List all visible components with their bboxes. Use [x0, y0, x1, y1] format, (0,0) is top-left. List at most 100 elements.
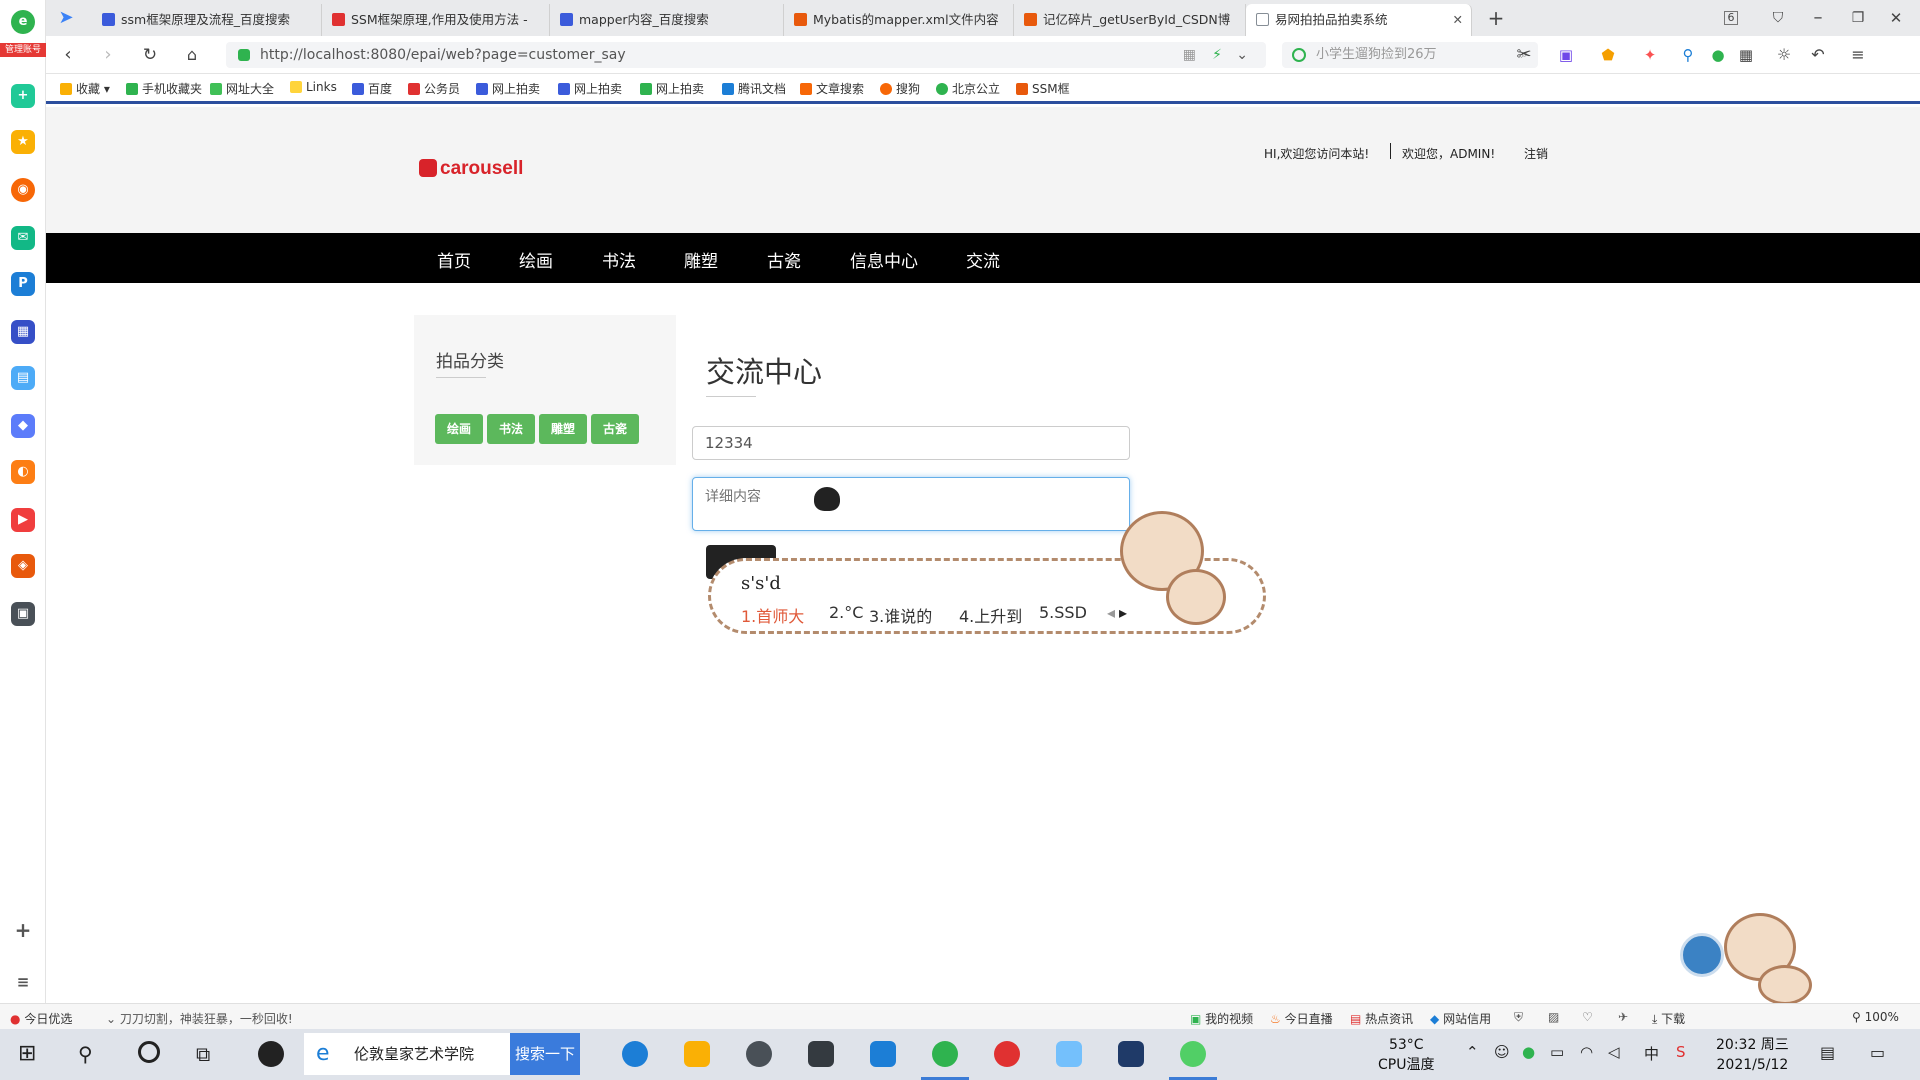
ime-candidate[interactable]: 1.首师大: [741, 603, 804, 627]
back-icon[interactable]: ‹: [56, 43, 80, 67]
account-badge[interactable]: 管理账号: [0, 43, 46, 57]
browser-search-box[interactable]: 小学生遛狗捡到26万 ⌕: [1282, 42, 1538, 68]
tab-mybatis-mapper[interactable]: Mybatis的mapper.xml文件内容: [784, 4, 1014, 36]
mail-icon[interactable]: ✉: [11, 226, 35, 250]
add-icon[interactable]: +: [11, 918, 35, 942]
compass-icon[interactable]: ➤: [54, 6, 78, 30]
ime-next-icon[interactable]: ▸: [1119, 603, 1127, 622]
live-today[interactable]: ♨ 今日直播: [1270, 1010, 1333, 1027]
browser-app-icon[interactable]: [932, 1041, 958, 1067]
magnifier-icon[interactable]: ⚲: [1676, 43, 1700, 67]
globe-app-icon[interactable]: [746, 1041, 772, 1067]
image-status-icon[interactable]: ▨: [1548, 1010, 1559, 1024]
bookmark-favorites[interactable]: 收藏 ▾: [60, 80, 110, 97]
sogou-tray-icon[interactable]: S: [1676, 1043, 1686, 1061]
menu-info-center[interactable]: 信息中心: [850, 247, 918, 272]
title-input[interactable]: [692, 426, 1130, 460]
system-clock[interactable]: 20:32 周三 2021/5/12: [1716, 1035, 1789, 1075]
favorites-icon[interactable]: ★: [11, 130, 35, 154]
battery-icon[interactable]: ▭: [1550, 1043, 1564, 1061]
download-button[interactable]: ⤓ 下载: [1652, 1010, 1685, 1027]
my-video[interactable]: ▣ 我的视频: [1190, 1010, 1253, 1027]
ime-candidate[interactable]: 5.SSD: [1039, 603, 1087, 622]
forward-icon[interactable]: ›: [96, 43, 120, 67]
action-center-icon[interactable]: ▭: [1870, 1043, 1885, 1062]
bookmark-item[interactable]: 腾讯文档: [722, 80, 786, 97]
shop-app-icon[interactable]: ◐: [11, 460, 35, 484]
shield-status-icon[interactable]: ⛨: [1514, 1010, 1523, 1025]
menu-icon[interactable]: ≡: [1846, 43, 1870, 67]
site-credit[interactable]: ◆ 网站信用: [1430, 1010, 1491, 1027]
menu-communication[interactable]: 交流: [966, 247, 1000, 272]
floating-assistant-icon[interactable]: [1680, 933, 1724, 977]
windows-start-icon[interactable]: ⊞: [18, 1041, 44, 1067]
tab-auction-system[interactable]: 易网拍拍品拍卖系统 ✕: [1246, 4, 1472, 36]
minimize-icon[interactable]: –: [1806, 6, 1830, 30]
bookmark-item[interactable]: 北京公立: [936, 80, 1000, 97]
new-tab-icon[interactable]: +: [1484, 6, 1508, 30]
pinwheel-app-icon[interactable]: [258, 1041, 284, 1067]
wechat-app-icon[interactable]: [1180, 1041, 1206, 1067]
ime-candidate[interactable]: 2.°C: [829, 603, 863, 622]
content-textarea[interactable]: [692, 477, 1130, 531]
mail-app-icon[interactable]: [870, 1041, 896, 1067]
wifi-icon[interactable]: ◠: [1580, 1043, 1593, 1061]
bookmark-item[interactable]: 网址大全: [210, 80, 274, 97]
ime-candidate[interactable]: 3.谁说的: [869, 603, 932, 627]
menu-calligraphy[interactable]: 书法: [602, 247, 636, 272]
bookmark-item[interactable]: 网上拍卖: [640, 80, 704, 97]
brightness-icon[interactable]: ☼: [1772, 43, 1796, 67]
tab-csdn-getuser[interactable]: 记亿碎片_getUserById_CSDN博: [1014, 4, 1246, 36]
close-tab-icon[interactable]: ✕: [1453, 4, 1463, 36]
menu-porcelain[interactable]: 古瓷: [767, 247, 801, 272]
chevron-up-icon[interactable]: ⌃: [1466, 1043, 1479, 1061]
tab-ssm-principle[interactable]: SSM框架原理,作用及使用方法 -: [322, 4, 550, 36]
zoom-level[interactable]: ⚲ 100%: [1852, 1010, 1899, 1024]
category-porcelain-button[interactable]: 古瓷: [591, 414, 639, 444]
ime-prev-icon[interactable]: ◂: [1107, 603, 1115, 622]
tray-app-icon[interactable]: ●: [1522, 1043, 1535, 1061]
bookmark-item[interactable]: 公务员: [408, 80, 460, 97]
taskbar-search-input[interactable]: e 伦敦皇家艺术学院: [304, 1033, 510, 1075]
bookmark-item[interactable]: 手机收藏夹: [126, 80, 202, 97]
notification-icon[interactable]: ▤: [1820, 1043, 1835, 1062]
lightning-icon[interactable]: ⚡: [1212, 42, 1222, 68]
today-picks[interactable]: ● 今日优选: [10, 1010, 72, 1027]
tab-ssm-search[interactable]: ssm框架原理及流程_百度搜索: [92, 4, 322, 36]
taskbar-search-button[interactable]: 搜索一下: [510, 1033, 580, 1075]
url-field[interactable]: http://localhost:8080/epai/web?page=cust…: [226, 42, 1266, 68]
file-explorer-icon[interactable]: [684, 1041, 710, 1067]
shield-icon[interactable]: ⬟: [1596, 43, 1620, 67]
category-sculpture-button[interactable]: 雕塑: [539, 414, 587, 444]
game-icon[interactable]: ✦: [1638, 43, 1662, 67]
hot-news[interactable]: ▤ 热点资讯: [1350, 1010, 1413, 1027]
scissors-icon[interactable]: ✂: [1512, 43, 1536, 67]
rocket-icon[interactable]: ✈: [1618, 1010, 1628, 1024]
qq-icon[interactable]: ☺: [1494, 1043, 1510, 1061]
category-calligraphy-button[interactable]: 书法: [487, 414, 535, 444]
close-window-icon[interactable]: ✕: [1884, 6, 1908, 30]
p-app-icon[interactable]: P: [11, 272, 35, 296]
game3-app-icon[interactable]: ▣: [11, 602, 35, 626]
translate-icon[interactable]: ▣: [1554, 43, 1578, 67]
reload-icon[interactable]: ↻: [138, 43, 162, 67]
restore-icon[interactable]: ❐: [1846, 6, 1870, 30]
ime-indicator[interactable]: 中: [1644, 1043, 1659, 1064]
chrome-icon[interactable]: [994, 1041, 1020, 1067]
bookmark-item[interactable]: SSM框: [1016, 80, 1070, 97]
bookmark-item[interactable]: 网上拍卖: [558, 80, 622, 97]
bookmark-item[interactable]: 搜狗: [880, 80, 920, 97]
volume-icon[interactable]: ◁: [1608, 1043, 1620, 1061]
green-circle-icon[interactable]: ●: [1706, 43, 1730, 67]
bookmark-item[interactable]: 百度: [352, 80, 392, 97]
menu-sculpture[interactable]: 雕塑: [684, 247, 718, 272]
app-icon[interactable]: [1056, 1041, 1082, 1067]
eclipse-icon[interactable]: [1118, 1041, 1144, 1067]
shirt-icon[interactable]: ⛉: [1766, 6, 1790, 30]
category-painting-button[interactable]: 绘画: [435, 414, 483, 444]
game-app-icon[interactable]: ◆: [11, 414, 35, 438]
browser-logo-icon[interactable]: e: [11, 10, 35, 34]
tab-count[interactable]: 6: [1724, 11, 1738, 25]
game2-app-icon[interactable]: ◈: [11, 554, 35, 578]
menu-painting[interactable]: 绘画: [519, 247, 553, 272]
